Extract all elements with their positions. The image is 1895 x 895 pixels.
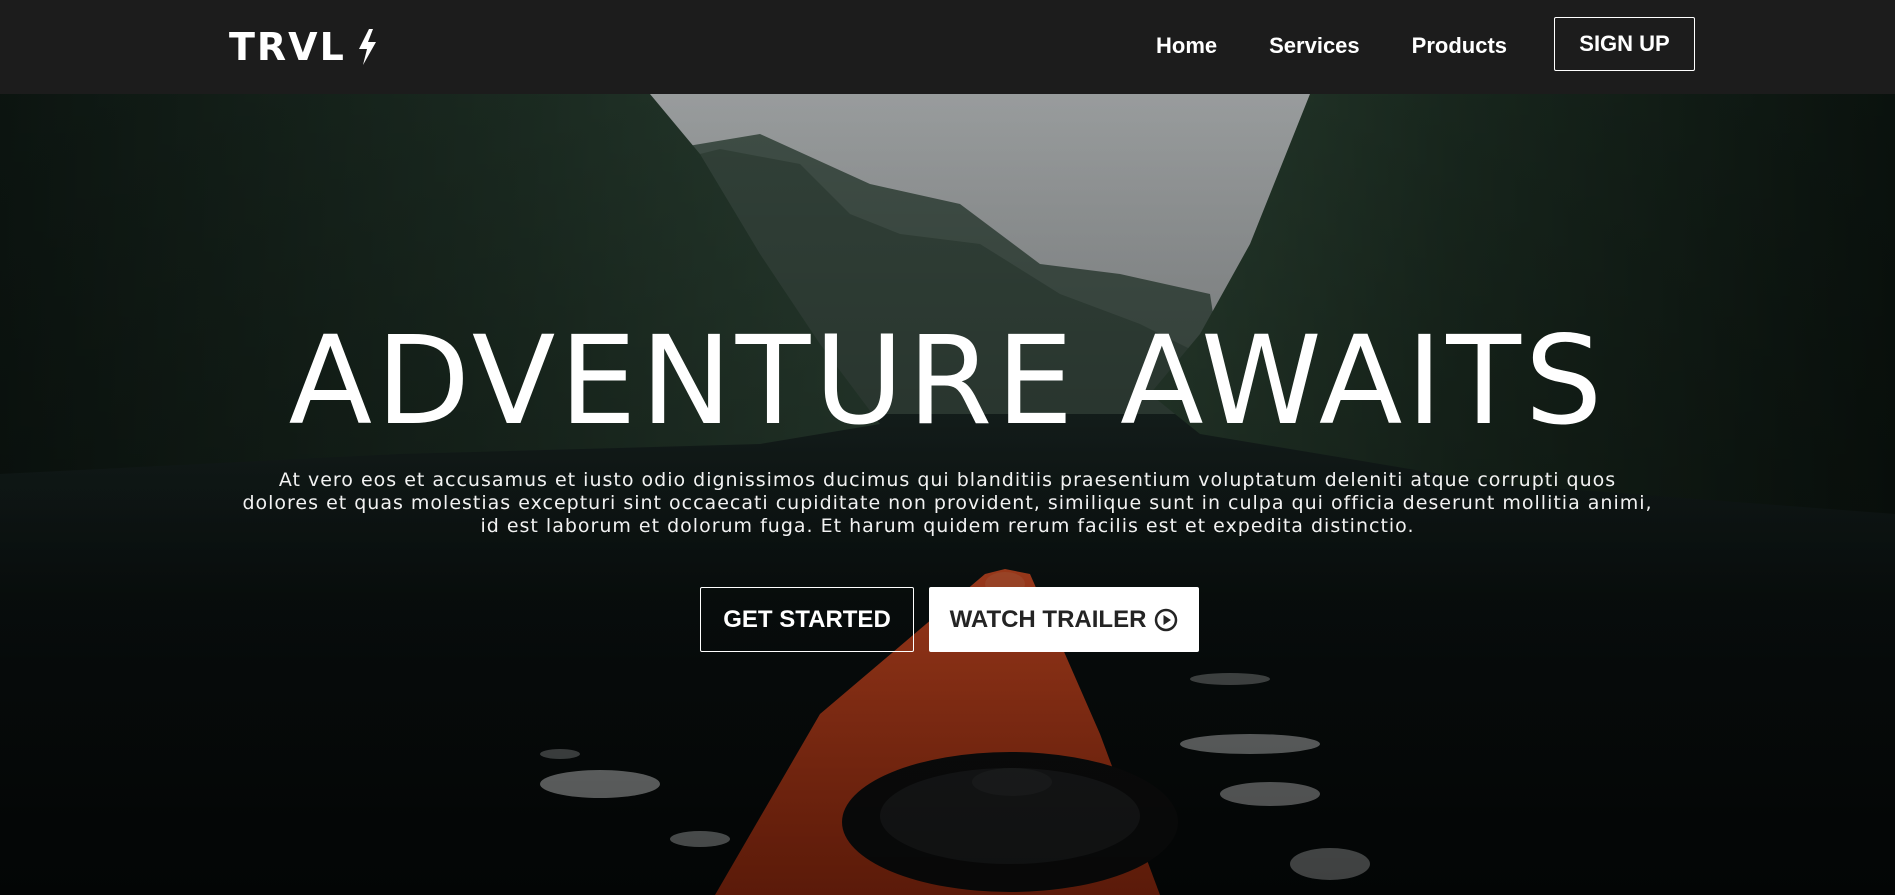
get-started-button[interactable]: GET STARTED — [700, 587, 914, 652]
watch-trailer-button[interactable]: WATCH TRAILER — [929, 587, 1199, 652]
watch-trailer-label: WATCH TRAILER — [949, 605, 1147, 633]
main-nav: Home Services Products — [1130, 24, 1533, 68]
sign-up-button[interactable]: SIGN UP — [1554, 17, 1695, 71]
hero-subtitle: At vero eos et accusamus et iusto odio d… — [242, 469, 1653, 537]
play-circle-icon — [1154, 608, 1178, 632]
hero-title: ADVENTURE AWAITS — [288, 310, 1607, 452]
hero-section: ADVENTURE AWAITS At vero eos et accusamu… — [0, 94, 1895, 895]
brand-logo[interactable]: TRVL — [229, 22, 378, 72]
brand-name: TRVL — [229, 25, 346, 69]
get-started-label: GET STARTED — [723, 605, 891, 633]
nav-home-link[interactable]: Home — [1130, 25, 1243, 67]
nav-products-link[interactable]: Products — [1386, 25, 1533, 67]
lightning-bolt-icon — [356, 29, 378, 65]
navbar: TRVL Home Services Products SIGN UP — [0, 0, 1895, 94]
nav-services-link[interactable]: Services — [1243, 25, 1386, 67]
